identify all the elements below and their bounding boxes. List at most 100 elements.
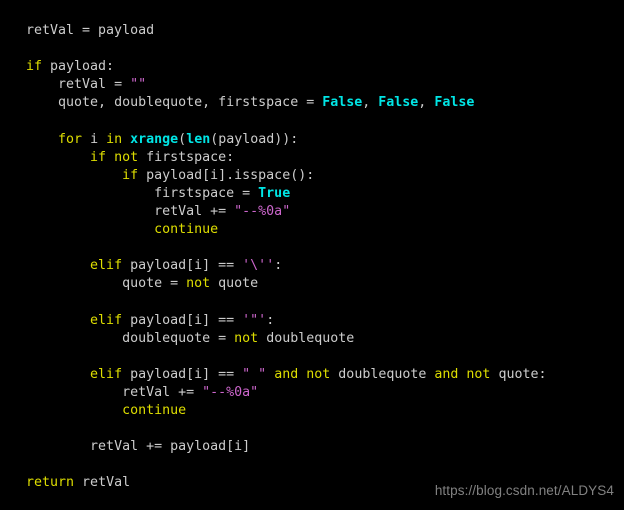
code-token-plain: , <box>362 95 379 111</box>
code-line: firstspace = True <box>0 185 624 203</box>
code-token-plain: quote: <box>490 366 547 382</box>
code-token-kw: and <box>274 366 299 382</box>
code-token-kw: continue <box>122 402 187 418</box>
code-token-kw: in <box>106 131 123 147</box>
code-token-kw: not <box>114 149 139 165</box>
code-line: retVal = payload <box>0 22 624 40</box>
code-token-plain: retVal += <box>122 384 203 400</box>
code-token-plain: payload[i] == <box>122 366 243 382</box>
code-token-plain: retVal <box>74 475 131 491</box>
code-line: if not firstspace: <box>0 149 624 167</box>
code-token-plain: , <box>418 95 435 111</box>
code-line: elif payload[i] == " " and not doublequo… <box>0 366 624 384</box>
code-token-kw: if <box>26 59 43 75</box>
code-token-plain: : <box>266 312 275 328</box>
code-line: if payload: <box>0 58 624 76</box>
code-token-plain: payload[i] == <box>122 312 243 328</box>
code-token-plain: quote, doublequote, firstspace = <box>58 95 323 111</box>
code-token-plain: doublequote = <box>122 330 235 346</box>
code-token-kw: return <box>26 475 75 491</box>
code-token-plain: i <box>82 131 107 147</box>
code-token-str: '\'' <box>242 258 275 274</box>
code-line: if payload[i].isspace(): <box>0 167 624 185</box>
code-line: quote = not quote <box>0 275 624 293</box>
code-token-plain: quote = <box>122 276 187 292</box>
code-line: elif payload[i] == '"': <box>0 312 624 330</box>
code-line: retVal += "--%0a" <box>0 203 624 221</box>
code-line: retVal += "--%0a" <box>0 384 624 402</box>
code-line: doublequote = not doublequote <box>0 330 624 348</box>
code-token-plain: ( <box>178 131 187 147</box>
watermark-url: https://blog.csdn.net/ALDYS4 <box>434 483 614 498</box>
code-token-plain: retVal = payload <box>26 23 155 38</box>
code-line: retVal += payload[i] <box>0 438 624 456</box>
code-token-plain: (payload)): <box>210 131 299 147</box>
code-token-kw: elif <box>90 366 123 382</box>
code-token-plain: payload: <box>42 59 115 75</box>
code-token-str: "" <box>130 77 147 93</box>
code-token-kw: and <box>434 366 459 382</box>
code-token-kw: not <box>186 276 211 292</box>
code-line: continue <box>0 221 624 239</box>
code-token-kw: not <box>234 330 259 346</box>
code-line: retVal = "" <box>0 76 624 94</box>
code-token-plain: doublequote <box>258 330 355 346</box>
code-line: quote, doublequote, firstspace = False, … <box>0 94 624 112</box>
code-token-builtin: len <box>186 131 211 147</box>
code-token-kw: for <box>58 131 83 147</box>
code-line: for i in xrange(len(payload)): <box>0 131 624 149</box>
code-token-plain: payload[i].isspace(): <box>138 167 315 183</box>
code-token-str: "--%0a" <box>202 384 259 400</box>
code-token-kw: not <box>306 366 331 382</box>
code-token-kw: if <box>122 167 139 183</box>
code-token-const: False <box>322 95 363 111</box>
code-token-plain: firstspace = <box>154 185 259 201</box>
code-token-plain: : <box>274 258 283 274</box>
code-token-kw: elif <box>90 258 123 274</box>
code-line: elif payload[i] == '\'': <box>0 257 624 275</box>
code-token-kw: not <box>466 366 491 382</box>
code-token-kw: elif <box>90 312 123 328</box>
code-token-plain: quote <box>210 276 259 292</box>
code-token-const: False <box>434 95 475 111</box>
code-token-builtin: xrange <box>130 131 179 147</box>
code-token-str: '"' <box>242 312 267 328</box>
code-token-kw: continue <box>154 222 219 238</box>
code-token-plain: doublequote <box>330 366 435 382</box>
code-token-plain: firstspace: <box>138 149 235 165</box>
code-token-str: " " <box>242 366 267 382</box>
code-token-plain: retVal = <box>58 77 131 93</box>
code-token-plain: retVal += payload[i] <box>90 439 251 455</box>
code-token-const: False <box>378 95 419 111</box>
code-token-kw: if <box>90 149 107 165</box>
code-line: continue <box>0 402 624 420</box>
code-viewer[interactable]: retVal = payload if payload: retVal = ""… <box>0 0 624 510</box>
code-token-const: True <box>258 185 291 201</box>
code-token-str: "--%0a" <box>234 203 291 219</box>
code-token-plain: payload[i] == <box>122 258 243 274</box>
